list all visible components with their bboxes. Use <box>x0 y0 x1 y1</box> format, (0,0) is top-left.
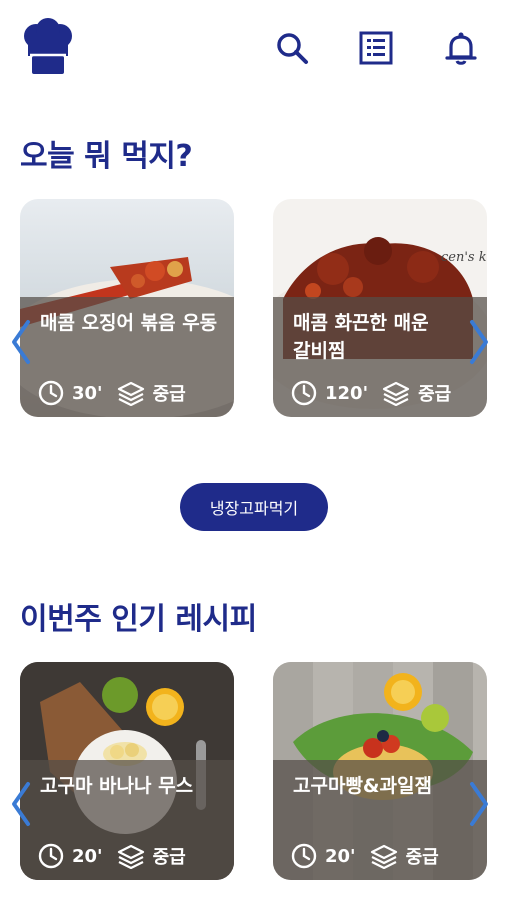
chevron-right-icon[interactable] <box>466 780 492 828</box>
recipe-card[interactable]: 매콤 오징어 볶음 우동 30' 중급 <box>20 199 234 417</box>
chef-hat-icon[interactable] <box>20 18 76 76</box>
recipe-title: 고구마 바나나 무스 <box>40 775 194 797</box>
chevron-right-icon[interactable] <box>466 318 492 366</box>
layers-icon <box>382 381 410 406</box>
cook-time: 20' <box>72 845 103 867</box>
difficulty-level: 중급 <box>152 384 186 405</box>
layers-icon <box>117 381 144 406</box>
recipe-meta: 120' 중급 <box>291 379 451 407</box>
chevron-left-icon[interactable] <box>8 318 34 366</box>
layers-icon <box>370 844 397 869</box>
recipe-meta: 30' 중급 <box>38 379 186 407</box>
section-title-today: 오늘 뭐 먹지? <box>20 139 193 174</box>
recipe-meta: 20' 중급 <box>291 842 439 870</box>
cook-time: 120' <box>325 382 369 404</box>
recipe-card[interactable]: 고구마 바나나 무스 20' 중급 <box>20 662 234 880</box>
photo-watermark: cen's k <box>441 250 487 265</box>
bell-icon[interactable] <box>443 30 479 66</box>
recipe-title: 매콤 오징어 볶음 우동 <box>40 312 218 334</box>
section-title-popular: 이번주 인기 레시피 <box>20 602 257 637</box>
difficulty-level: 중급 <box>405 847 439 868</box>
clock-icon <box>291 843 317 869</box>
clock-icon <box>38 380 64 406</box>
cook-time: 20' <box>325 845 356 867</box>
clock-icon <box>38 843 64 869</box>
recipe-card[interactable]: cen's k 매콤 화끈한 매운 갈비찜 120' 중급 <box>273 199 487 417</box>
recipe-meta: 20' 중급 <box>38 842 186 870</box>
search-icon[interactable] <box>274 30 310 66</box>
difficulty-level: 중급 <box>418 384 452 405</box>
recipe-title: 고구마빵&과일잼 <box>293 775 432 797</box>
recipe-title: 매콤 화끈한 매운 갈비찜 <box>293 312 429 362</box>
top-bar <box>0 0 507 100</box>
cook-time: 30' <box>72 382 103 404</box>
clock-icon <box>291 380 317 406</box>
difficulty-level: 중급 <box>152 847 186 868</box>
chevron-left-icon[interactable] <box>8 780 34 828</box>
layers-icon <box>117 844 144 869</box>
fridge-button[interactable]: 냉장고파먹기 <box>180 483 328 531</box>
list-icon[interactable] <box>358 30 394 66</box>
recipe-card[interactable]: 고구마빵&과일잼 20' 중급 <box>273 662 487 880</box>
